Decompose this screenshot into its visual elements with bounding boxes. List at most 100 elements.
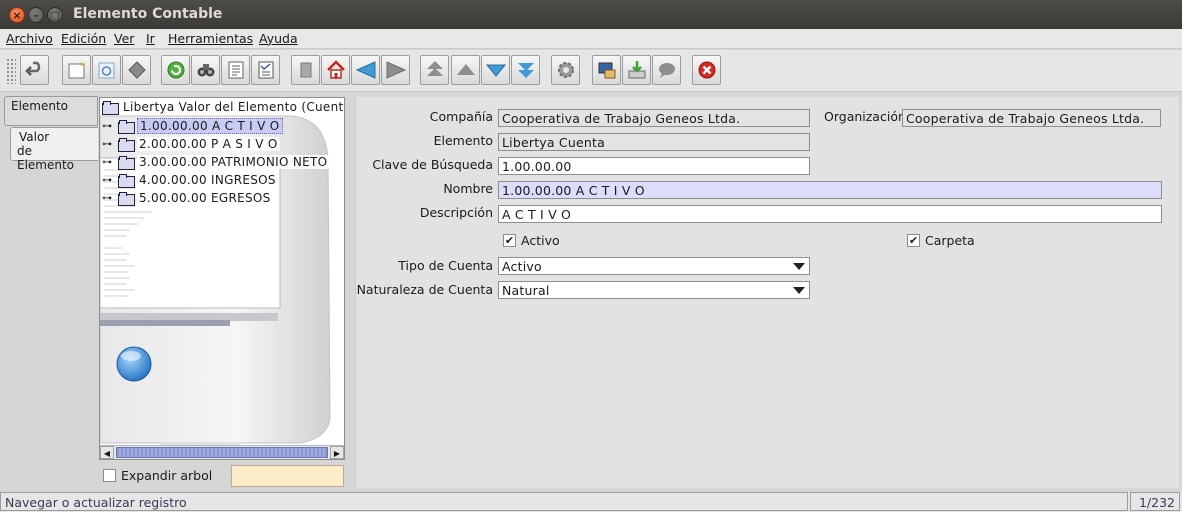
menu-ayuda[interactable]: Ayuda — [259, 31, 298, 46]
tab-valor-label-line2: de Elemento — [17, 144, 75, 172]
print-screen-button[interactable] — [592, 55, 621, 85]
undo-icon — [24, 61, 40, 76]
tree-node-label: 1.00.00.00 A C T I V O — [137, 118, 283, 134]
close-window-button[interactable]: × — [9, 7, 25, 23]
exit-icon — [698, 61, 715, 79]
checkbox-icon[interactable] — [103, 469, 116, 482]
naturaleza-cuenta-select[interactable]: Natural — [498, 281, 810, 299]
delete-button[interactable] — [122, 55, 151, 85]
minimize-window-button[interactable]: – — [28, 7, 44, 23]
refresh-icon — [167, 61, 184, 79]
dropdown-arrow-icon[interactable] — [793, 287, 805, 294]
tree-node-label: 5.00.00.00 EGRESOS — [137, 191, 273, 205]
export-button[interactable] — [622, 55, 651, 85]
expand-handle-icon[interactable]: ⊶ — [102, 157, 118, 168]
find-icon — [197, 64, 214, 77]
window-title: Elemento Contable — [73, 6, 223, 22]
tree-panel[interactable]: Libertya Valor del Elemento (Cuenta;et ⊶… — [99, 97, 345, 460]
elemento-label: Elemento — [433, 133, 493, 148]
first-record-icon — [426, 61, 443, 76]
folder-icon — [118, 138, 135, 152]
status-message: Navegar o actualizar registro — [0, 492, 1128, 511]
copy-record-button[interactable] — [92, 55, 121, 85]
tree-node[interactable]: ⊶ 2.00.00.00 P A S I V O — [102, 135, 280, 153]
descripcion-field[interactable]: A C T I V O — [498, 205, 1162, 223]
expand-handle-icon[interactable]: ⊶ — [102, 139, 118, 150]
new-record-button[interactable]: * — [62, 55, 91, 85]
nombre-field[interactable]: 1.00.00.00 A C T I V O — [498, 181, 1162, 199]
tipo-cuenta-label: Tipo de Cuenta — [398, 258, 493, 273]
chat-button[interactable] — [652, 55, 681, 85]
carpeta-label: Carpeta — [925, 233, 975, 248]
record-count[interactable]: 1/232 — [1130, 492, 1180, 511]
expand-handle-icon[interactable]: ⊶ — [102, 121, 118, 132]
chat-icon — [658, 63, 675, 78]
compania-field[interactable]: Cooperativa de Trabajo Geneos Ltda. — [498, 109, 810, 127]
expand-handle-icon[interactable]: ⊶ — [102, 175, 118, 186]
previous-record-button[interactable] — [451, 55, 480, 85]
dropdown-arrow-icon[interactable] — [793, 263, 805, 270]
tipo-cuenta-value: Activo — [502, 259, 542, 274]
grid-toggle-icon — [258, 61, 273, 79]
folder-icon — [118, 156, 135, 170]
toolbar: * — [0, 50, 1182, 92]
expand-tree-label: Expandir arbol — [121, 468, 213, 483]
menu-herramientas[interactable]: Herramientas — [168, 31, 253, 46]
scroll-right-icon[interactable]: ▶ — [330, 446, 344, 459]
last-record-button[interactable] — [511, 55, 540, 85]
print-screen-icon — [598, 62, 615, 79]
first-record-button[interactable] — [420, 55, 449, 85]
checkbox-checked-icon[interactable]: ✔ — [503, 234, 516, 247]
home-button[interactable] — [321, 55, 350, 85]
process-button[interactable] — [551, 55, 580, 85]
menu-edicion[interactable]: Edición — [61, 31, 106, 46]
undo-button[interactable] — [20, 55, 49, 85]
exit-button[interactable] — [692, 55, 721, 85]
activo-checkbox[interactable]: ✔ Activo — [503, 233, 560, 248]
menu-ver[interactable]: Ver — [114, 31, 134, 46]
clave-busqueda-field[interactable]: 1.00.00.00 — [498, 157, 810, 175]
tab-valor-de-elemento[interactable]: Valor de Elemento — [10, 127, 98, 172]
clave-busqueda-label: Clave de Búsqueda — [372, 157, 493, 172]
tree-node[interactable]: ⊶ 3.00.00.00 PATRIMONIO NETO — [102, 153, 330, 171]
tree-node[interactable]: ⊶ 1.00.00.00 A C T I V O — [102, 117, 283, 135]
grid-toggle-button[interactable] — [251, 55, 280, 85]
new-record-icon: * — [68, 61, 85, 79]
next-button[interactable] — [381, 55, 410, 85]
folder-icon — [118, 192, 135, 206]
report-button[interactable] — [221, 55, 250, 85]
carpeta-checkbox[interactable]: ✔ Carpeta — [907, 233, 975, 248]
scroll-thumb[interactable] — [116, 447, 328, 458]
export-icon — [628, 61, 645, 79]
tree-node[interactable]: ⊶ 5.00.00.00 EGRESOS — [102, 189, 273, 207]
tree-search-input[interactable] — [231, 465, 344, 487]
previous-button[interactable] — [351, 55, 380, 85]
compania-label: Compañía — [429, 109, 493, 124]
tree-root[interactable]: Libertya Valor del Elemento (Cuenta;et — [102, 98, 344, 116]
menu-ir[interactable]: Ir — [146, 31, 155, 46]
menu-archivo[interactable]: Archivo — [6, 31, 53, 46]
next-record-button[interactable] — [481, 55, 510, 85]
delete-icon — [127, 61, 146, 79]
maximize-window-button[interactable]: □ — [47, 7, 63, 23]
scroll-left-icon[interactable]: ◀ — [100, 446, 114, 459]
home-icon — [326, 60, 345, 79]
activo-label: Activo — [521, 233, 560, 248]
tree-node[interactable]: ⊶ 4.00.00.00 INGRESOS — [102, 171, 278, 189]
naturaleza-cuenta-value: Natural — [502, 283, 550, 298]
checkbox-checked-icon[interactable]: ✔ — [907, 234, 920, 247]
attachment-button[interactable] — [291, 55, 320, 85]
organizacion-field[interactable]: Cooperativa de Trabajo Geneos Ltda. — [902, 109, 1161, 127]
expand-tree-checkbox[interactable]: Expandir arbol — [103, 468, 212, 483]
naturaleza-cuenta-label: Naturaleza de Cuenta — [356, 282, 493, 297]
tipo-cuenta-select[interactable]: Activo — [498, 257, 810, 275]
svg-text:*: * — [80, 61, 85, 72]
expand-handle-icon[interactable]: ⊶ — [102, 193, 118, 204]
elemento-field[interactable]: Libertya Cuenta — [498, 133, 810, 151]
toolbar-grip-icon[interactable] — [6, 58, 16, 84]
next-icon — [386, 61, 406, 79]
find-button[interactable] — [191, 55, 220, 85]
refresh-button[interactable] — [161, 55, 190, 85]
horizontal-scrollbar[interactable]: ◀ ▶ — [100, 445, 344, 459]
tab-elemento[interactable]: Elemento — [4, 96, 98, 126]
